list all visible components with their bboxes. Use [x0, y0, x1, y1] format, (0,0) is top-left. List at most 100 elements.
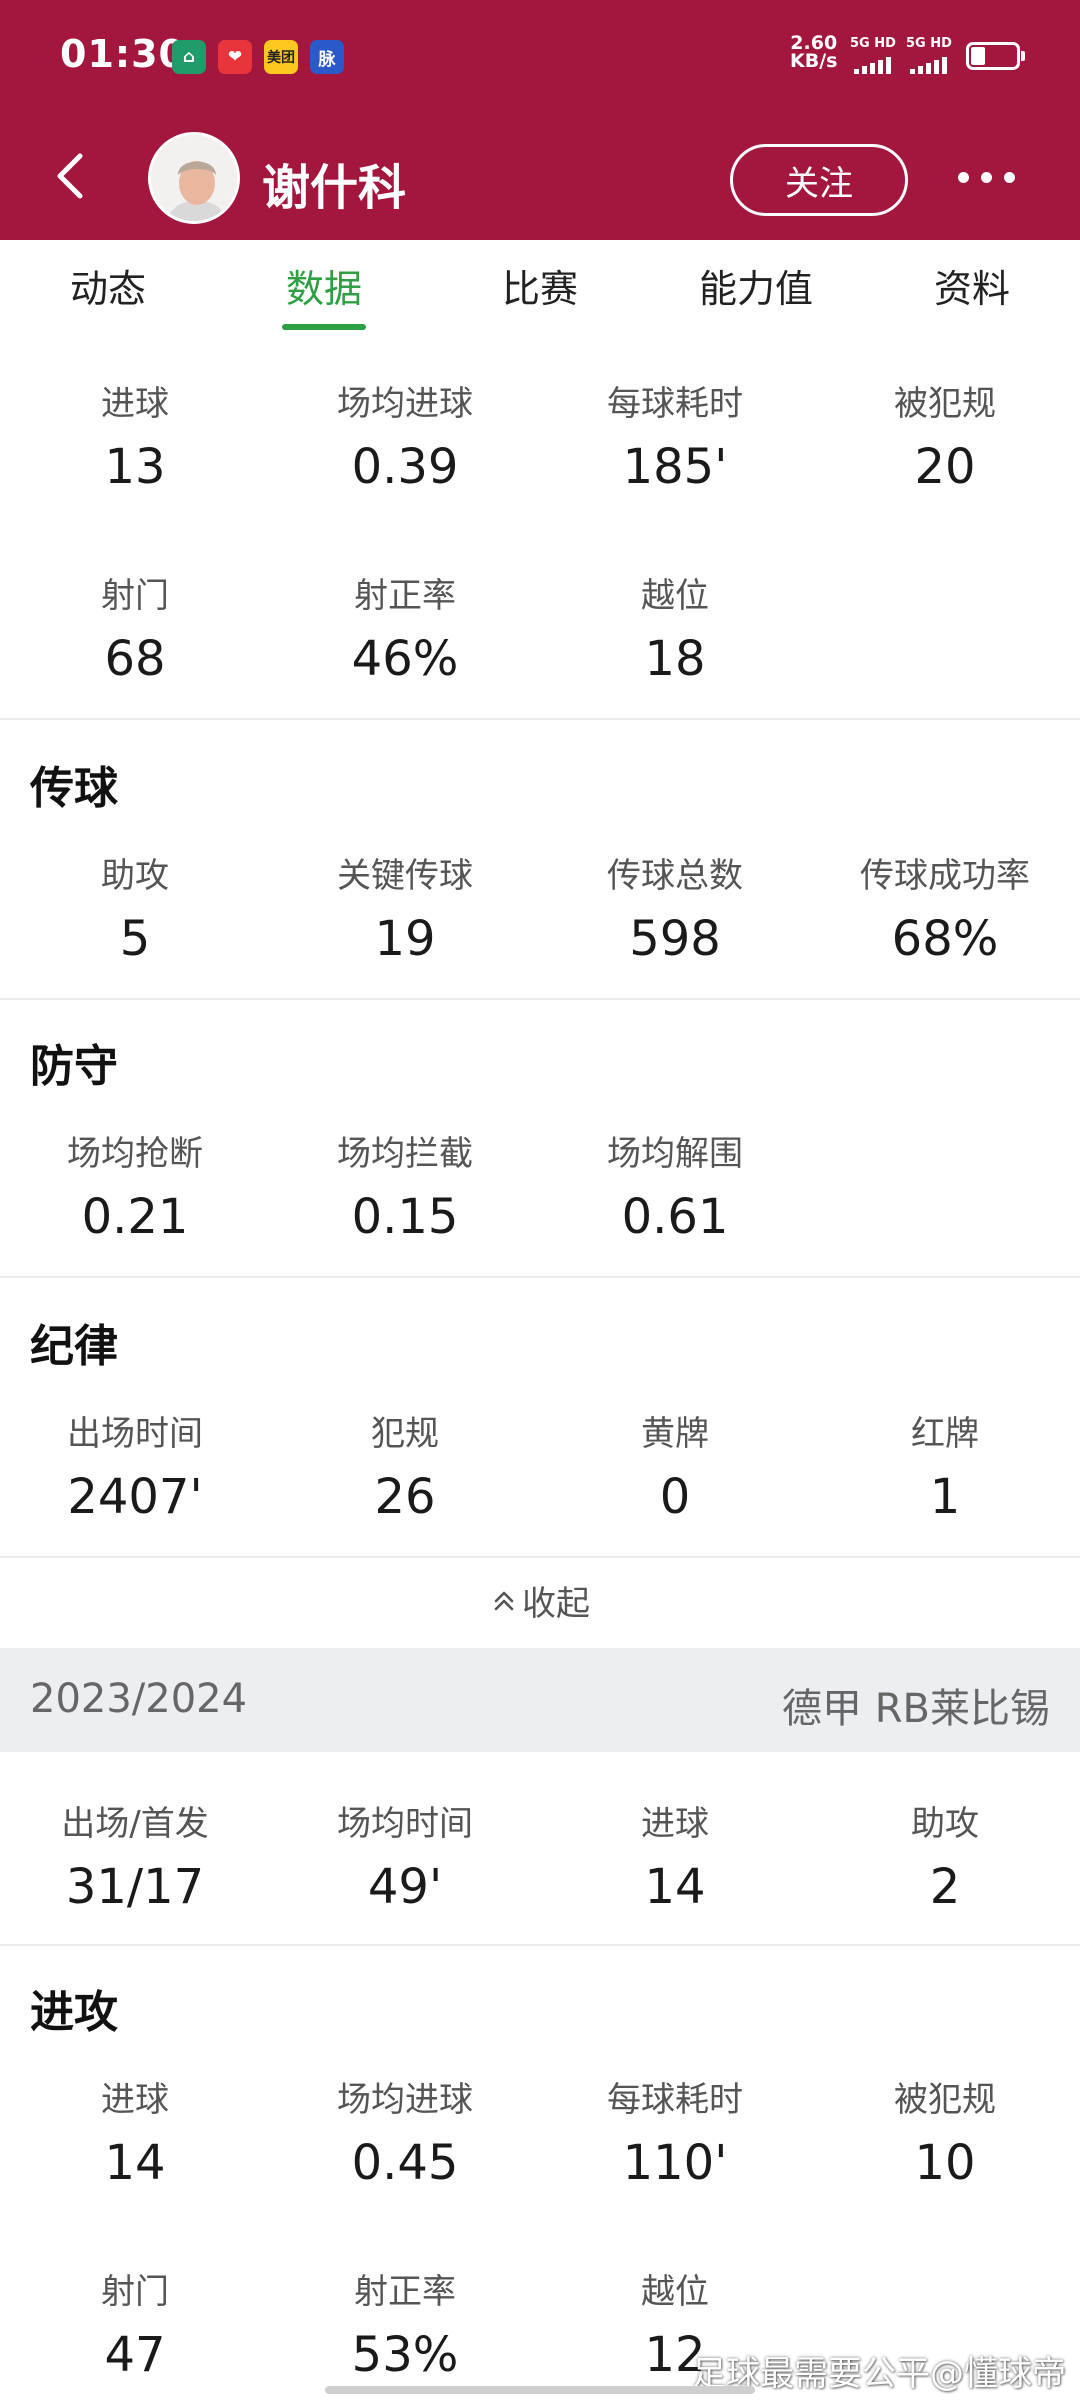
tab-profile[interactable]: 资料 — [934, 258, 1010, 313]
double-chevron-up-icon — [494, 1591, 514, 1610]
section-title-defense: 防守 — [30, 1041, 118, 1092]
signal-icon: 5G HD — [906, 36, 968, 74]
stat-value: 0.39 — [351, 439, 459, 495]
network-speed-unit: KB/s — [790, 50, 838, 72]
stat-label: 场均进球 — [337, 384, 473, 424]
stat-value: 0 — [659, 1469, 691, 1525]
stat-label: 关键传球 — [337, 856, 473, 896]
stat-label: 传球成功率 — [860, 856, 1030, 896]
stat-item: 场均时间 49' — [270, 1796, 540, 1915]
status-time: 01:30 — [60, 32, 186, 76]
section-title-passing: 传球 — [30, 763, 118, 814]
tab-matches[interactable]: 比赛 — [502, 258, 578, 313]
stat-value: 13 — [104, 439, 166, 495]
stat-value: 10 — [914, 2135, 976, 2191]
stat-value: 5 — [119, 911, 151, 967]
stat-value: 0.21 — [81, 1189, 189, 1245]
stat-value: 14 — [104, 2135, 166, 2191]
stat-item: 犯规 26 — [270, 1406, 540, 1525]
signal-icon: 5G HD — [850, 36, 912, 74]
battery-icon — [966, 42, 1025, 70]
stat-label: 红牌 — [911, 1414, 979, 1454]
stat-item: 被犯规 20 — [810, 376, 1080, 495]
stat-value: 68 — [104, 631, 166, 687]
stat-label: 射正率 — [354, 576, 456, 616]
more-options-icon[interactable] — [958, 172, 1015, 183]
stat-label: 场均进球 — [337, 2080, 473, 2120]
stat-item: 场均解围 0.61 — [540, 1126, 810, 1245]
stat-value: 2 — [929, 1859, 961, 1915]
stat-item: 场均进球 0.39 — [270, 376, 540, 495]
signal-label: 5G HD — [850, 36, 896, 51]
stat-label: 进球 — [641, 1804, 709, 1844]
avatar[interactable] — [148, 132, 240, 224]
stat-label: 传球总数 — [607, 856, 743, 896]
signal-label: 5G HD — [906, 36, 952, 51]
stat-value: 46% — [351, 631, 459, 687]
stat-value: 1 — [929, 1469, 961, 1525]
stat-label: 场均抢断 — [67, 1134, 203, 1174]
collapse-button[interactable]: 收起 — [0, 1576, 1080, 1625]
stat-label: 被犯规 — [894, 384, 996, 424]
stat-item: 场均进球 0.45 — [270, 2072, 540, 2191]
stat-value: 18 — [644, 631, 706, 687]
stat-item: 射门 68 — [0, 568, 270, 687]
stat-item: 出场时间 2407' — [0, 1406, 270, 1525]
tab-feed[interactable]: 动态 — [70, 258, 146, 313]
stat-item: 助攻 5 — [0, 848, 270, 967]
stat-item: 传球成功率 68% — [810, 848, 1080, 967]
stat-item: 传球总数 598 — [540, 848, 810, 967]
stat-label: 被犯规 — [894, 2080, 996, 2120]
stat-label: 每球耗时 — [607, 384, 743, 424]
home-indicator[interactable] — [325, 2386, 755, 2394]
stat-item: 进球 14 — [540, 1796, 810, 1915]
back-arrow-icon[interactable] — [52, 148, 88, 204]
stat-value: 2407' — [67, 1469, 203, 1525]
season-header[interactable]: 2023/2024 德甲 RB莱比锡 — [0, 1648, 1080, 1752]
section-divider — [0, 718, 1080, 720]
section-title-discipline: 纪律 — [30, 1321, 118, 1372]
stat-value: 53% — [351, 2327, 459, 2383]
stat-value: 20 — [914, 439, 976, 495]
stat-value: 0.45 — [351, 2135, 459, 2191]
tab-ratings[interactable]: 能力值 — [699, 258, 813, 313]
heart-app-icon: ❤ — [218, 40, 252, 74]
network-speed: 2.60 KB/s — [790, 34, 838, 72]
stat-item: 出场/首发 31/17 — [0, 1796, 270, 1915]
stat-value: 0.15 — [351, 1189, 459, 1245]
stat-item: 红牌 1 — [810, 1406, 1080, 1525]
stat-label: 越位 — [641, 2272, 709, 2312]
home-app-icon: ⌂ — [172, 40, 206, 74]
follow-button[interactable]: 关注 — [730, 144, 908, 216]
stat-label: 射正率 — [354, 2272, 456, 2312]
stat-value: 49' — [367, 1859, 443, 1915]
stat-item: 射门 47 — [0, 2264, 270, 2383]
stat-label: 助攻 — [101, 856, 169, 896]
stat-value: 19 — [374, 911, 436, 967]
stat-item: 射正率 53% — [270, 2264, 540, 2383]
app-header: 01:30 ⌂ ❤ 美团 脉 2.60 KB/s 5G HD 5G HD 谢什科… — [0, 0, 1080, 240]
stat-item: 被犯规 10 — [810, 2072, 1080, 2191]
season-year: 2023/2024 — [30, 1676, 248, 1722]
section-divider — [0, 1556, 1080, 1558]
stat-value: 68% — [891, 911, 999, 967]
section-title-attack: 进攻 — [30, 1987, 118, 2038]
stat-value: 31/17 — [65, 1859, 205, 1915]
stat-label: 出场/首发 — [61, 1804, 209, 1844]
stat-value: 14 — [644, 1859, 706, 1915]
stat-label: 每球耗时 — [607, 2080, 743, 2120]
collapse-label: 收起 — [522, 1584, 590, 1624]
season-league-team: 德甲 RB莱比锡 — [782, 1686, 1050, 1732]
stat-item: 关键传球 19 — [270, 848, 540, 967]
stat-item: 射正率 46% — [270, 568, 540, 687]
player-name: 谢什科 — [262, 160, 407, 216]
stat-item: 进球 13 — [0, 376, 270, 495]
stat-item: 进球 14 — [0, 2072, 270, 2191]
status-bar: 01:30 ⌂ ❤ 美团 脉 2.60 KB/s 5G HD 5G HD — [0, 0, 1080, 112]
stat-value: 110' — [622, 2135, 728, 2191]
stat-label: 射门 — [101, 2272, 169, 2312]
stat-item: 每球耗时 185' — [540, 376, 810, 495]
stat-value: 598 — [629, 911, 721, 967]
tab-stats[interactable]: 数据 — [286, 258, 362, 313]
stat-item: 黄牌 0 — [540, 1406, 810, 1525]
